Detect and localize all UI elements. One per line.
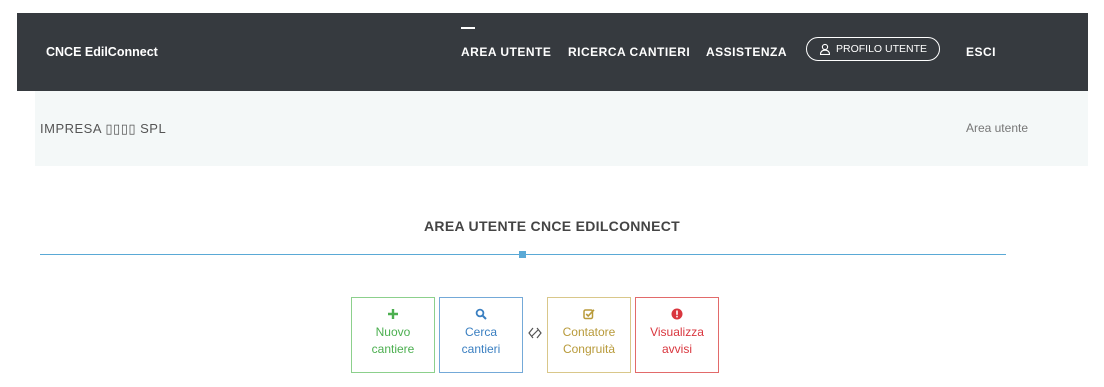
nuovo-cantiere-button[interactable]: Nuovo cantiere [351, 297, 435, 373]
divider-marker [519, 251, 526, 258]
nav-assistenza[interactable]: ASSISTENZA [706, 45, 787, 59]
nav-active-indicator [461, 27, 475, 29]
profilo-utente-label: PROFILO UTENTE [835, 43, 927, 55]
nuovo-cantiere-label: Nuovo cantiere [371, 325, 415, 356]
plus-icon [387, 307, 399, 321]
page-title: AREA UTENTE CNCE EDILCONNECT [424, 218, 680, 234]
page-header-band: IMPRESA ▯▯▯▯ SPL Area utente [35, 91, 1088, 166]
checkbox-icon [583, 307, 595, 321]
user-icon [819, 43, 831, 55]
cerca-cantieri-label: Cerca cantieri [461, 325, 501, 356]
brand-logo-text[interactable]: CNCE EdilConnect [46, 45, 158, 59]
nav-area-utente[interactable]: AREA UTENTE [461, 45, 551, 59]
exchange-icon [528, 327, 542, 339]
visualizza-avvisi-button[interactable]: Visualizza avvisi [635, 297, 719, 373]
nav-esci[interactable]: ESCI [966, 45, 996, 59]
search-icon [475, 307, 487, 321]
contatore-congruita-button[interactable]: Contatore Congruità [547, 297, 631, 373]
contatore-congruita-label: Contatore Congruità [562, 325, 616, 356]
cerca-cantieri-button[interactable]: Cerca cantieri [439, 297, 523, 373]
alert-icon [671, 307, 683, 321]
profilo-utente-button[interactable]: PROFILO UTENTE [806, 37, 940, 61]
visualizza-avvisi-label: Visualizza avvisi [650, 325, 704, 356]
top-navbar: CNCE EdilConnect AREA UTENTE RICERCA CAN… [17, 13, 1088, 91]
breadcrumb-current: Area utente [965, 121, 1028, 135]
company-name: IMPRESA ▯▯▯▯ SPL [40, 121, 167, 136]
nav-ricerca-cantieri[interactable]: RICERCA CANTIERI [568, 45, 690, 59]
